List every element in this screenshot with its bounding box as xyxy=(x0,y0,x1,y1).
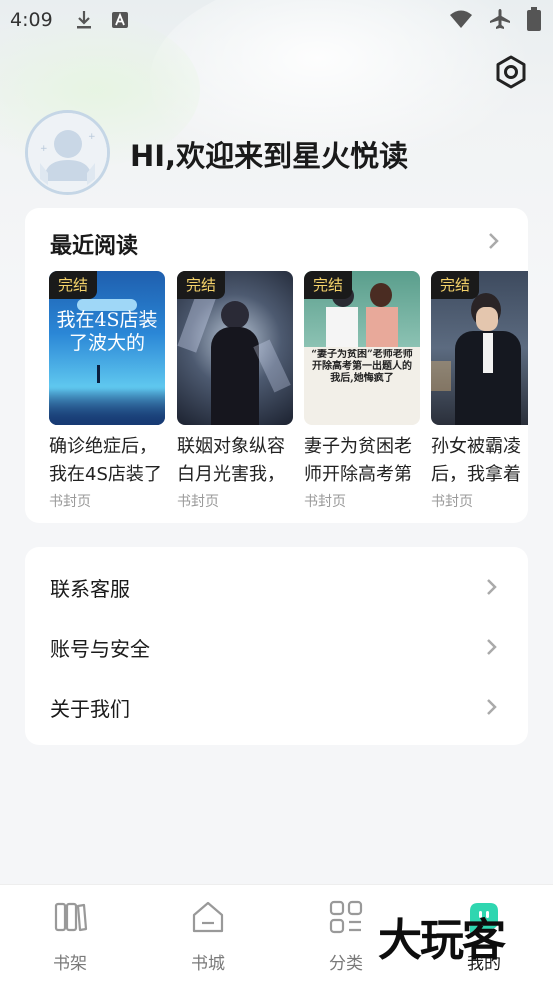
nav-label: 分类 xyxy=(329,954,363,974)
book-cover: 完结 xyxy=(431,271,528,425)
book-subtitle: 书封页 xyxy=(49,494,91,510)
book-title: 孙女被霸凌后，我拿着 xyxy=(431,436,521,485)
status-time: 4:09 xyxy=(10,9,53,31)
chevron-right-icon xyxy=(487,639,497,655)
menu-card: 联系客服 账号与安全 关于我们 xyxy=(25,547,528,745)
book-item[interactable]: “妻子为贫困”老师老师开除高考第一出题人的我后,她悔疯了 完结 妻子为贫困老师开… xyxy=(304,271,420,511)
chevron-right-icon xyxy=(489,233,499,249)
menu-item-contact-support[interactable]: 联系客服 xyxy=(25,557,528,617)
nav-label: 书架 xyxy=(53,954,87,974)
avatar[interactable]: + + xyxy=(25,110,110,195)
gear-icon xyxy=(496,55,526,89)
book-cover: 完结 xyxy=(177,271,293,425)
chevron-right-icon xyxy=(487,579,497,595)
book-title: 妻子为贫困老师开除高考第一 xyxy=(304,436,412,485)
nav-item-category[interactable]: 分类 xyxy=(306,885,386,983)
menu-item-label: 联系客服 xyxy=(50,577,130,601)
book-title: 联姻对象纵容白月光害我，我不要了 xyxy=(177,436,285,485)
recent-books-list: 我在4S店装了波大的 完结 确诊绝症后，我在4S店装了波大的 书封页 完结 联姻… xyxy=(49,271,528,511)
recent-reading-card: 最近阅读 我在4S店装了波大的 完结 确诊绝症后，我在4S店装了波大的 书封页 xyxy=(25,208,528,523)
book-cover-text: “妻子为贫困”老师老师开除高考第一出题人的我后,她悔疯了 xyxy=(311,349,413,384)
book-status-badge: 完结 xyxy=(431,271,480,299)
nav-item-bookstore[interactable]: 书城 xyxy=(168,885,248,983)
chevron-right-icon xyxy=(487,699,497,715)
bookshelf-icon xyxy=(54,902,88,932)
book-title: 确诊绝症后，我在4S店装了波大的 xyxy=(49,436,162,485)
book-cover-text: 我在4S店装了波大的 xyxy=(56,309,158,354)
recent-more-button[interactable] xyxy=(488,232,500,254)
watermark: 大玩客 xyxy=(378,915,506,966)
menu-item-label: 关于我们 xyxy=(50,697,130,721)
a-icon xyxy=(111,12,128,28)
profile-screen: 4:09 + + HI,欢迎来到星火悦读 最近阅读 我在4S店装了波大的 完结 … xyxy=(0,0,553,983)
bookstore-icon xyxy=(192,901,224,933)
svg-text:+: + xyxy=(88,132,96,142)
book-subtitle: 书封页 xyxy=(177,494,219,510)
category-icon xyxy=(329,900,363,934)
menu-item-about-us[interactable]: 关于我们 xyxy=(25,677,528,737)
book-subtitle: 书封页 xyxy=(304,494,346,510)
battery-icon xyxy=(527,7,541,31)
book-status-badge: 完结 xyxy=(304,271,353,299)
book-status-badge: 完结 xyxy=(49,271,98,299)
book-item[interactable]: 完结 联姻对象纵容白月光害我，我不要了 书封页 xyxy=(177,271,293,511)
book-cover: 我在4S店装了波大的 完结 xyxy=(49,271,165,425)
menu-item-label: 账号与安全 xyxy=(50,637,150,661)
book-item[interactable]: 我在4S店装了波大的 完结 确诊绝症后，我在4S店装了波大的 书封页 xyxy=(49,271,165,511)
recent-reading-title: 最近阅读 xyxy=(50,234,139,259)
book-subtitle: 书封页 xyxy=(431,494,473,510)
settings-button[interactable] xyxy=(494,55,528,89)
download-icon xyxy=(76,11,91,29)
greeting-title: HI,欢迎来到星火悦读 xyxy=(130,139,409,173)
nav-label: 书城 xyxy=(191,954,225,974)
menu-item-account-security[interactable]: 账号与安全 xyxy=(25,617,528,677)
book-status-badge: 完结 xyxy=(177,271,226,299)
wifi-icon xyxy=(450,10,472,28)
book-cover: “妻子为贫困”老师老师开除高考第一出题人的我后,她悔疯了 完结 xyxy=(304,271,420,425)
nav-item-bookshelf[interactable]: 书架 xyxy=(30,885,110,983)
book-item[interactable]: 完结 孙女被霸凌后，我拿着 书封页 xyxy=(431,271,528,511)
airplane-icon xyxy=(490,9,510,29)
svg-text:+: + xyxy=(40,144,48,154)
status-bar: 4:09 xyxy=(0,0,553,40)
user-avatar-icon: + + xyxy=(28,113,107,192)
